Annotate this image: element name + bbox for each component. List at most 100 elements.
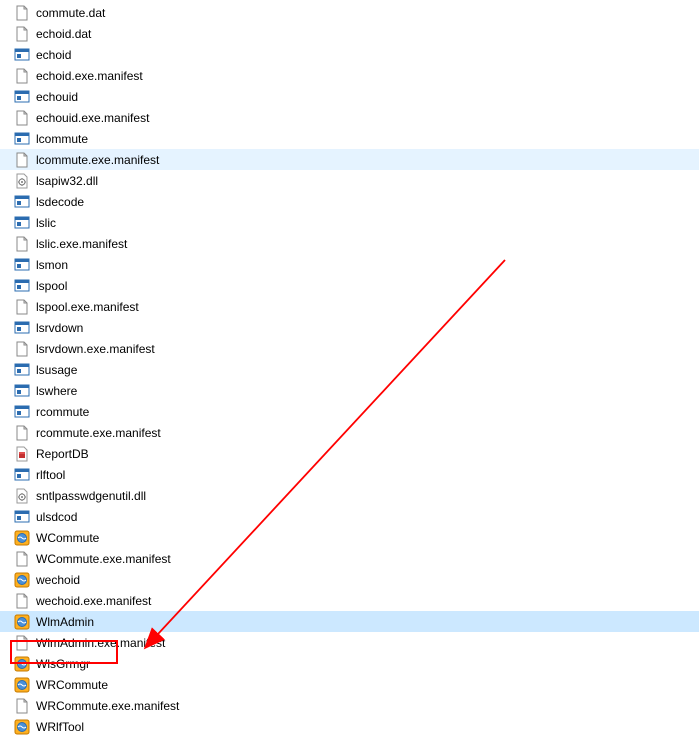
file-icon — [14, 26, 30, 42]
file-row[interactable]: rlftool — [0, 464, 699, 485]
file-icon — [14, 635, 30, 651]
file-row[interactable]: echoid.exe.manifest — [0, 65, 699, 86]
file-name-label: lspool.exe.manifest — [36, 300, 139, 314]
file-name-label: WlmAdmin.exe.manifest — [36, 636, 165, 650]
file-name-label: WRCommute — [36, 678, 108, 692]
file-row[interactable]: lsrvdown.exe.manifest — [0, 338, 699, 359]
db-icon — [14, 446, 30, 462]
file-list: commute.dat echoid.dat echoid echoid.exe.ma… — [0, 0, 699, 739]
file-name-label: lsdecode — [36, 195, 84, 209]
exe-icon — [14, 257, 30, 273]
file-name-label: WCommute — [36, 531, 99, 545]
app-icon — [14, 572, 30, 588]
app-icon — [14, 677, 30, 693]
file-name-label: sntlpasswdgenutil.dll — [36, 489, 146, 503]
exe-icon — [14, 194, 30, 210]
file-row[interactable]: lswhere — [0, 380, 699, 401]
file-name-label: rcommute — [36, 405, 89, 419]
file-name-label: WlmAdmin — [36, 615, 94, 629]
file-icon — [14, 110, 30, 126]
app-icon — [14, 719, 30, 735]
file-name-label: WRlfTool — [36, 720, 84, 734]
file-row[interactable]: WlmAdmin.exe.manifest — [0, 632, 699, 653]
file-name-label: WRCommute.exe.manifest — [36, 699, 179, 713]
file-name-label: echouid.exe.manifest — [36, 111, 149, 125]
file-name-label: lcommute — [36, 132, 88, 146]
file-row[interactable]: WCommute.exe.manifest — [0, 548, 699, 569]
file-name-label: lsrvdown — [36, 321, 83, 335]
file-row[interactable]: lsmon — [0, 254, 699, 275]
file-icon — [14, 5, 30, 21]
exe-icon — [14, 215, 30, 231]
file-row[interactable]: ulsdcod — [0, 506, 699, 527]
exe-icon — [14, 47, 30, 63]
file-name-label: lsmon — [36, 258, 68, 272]
file-name-label: echoid.dat — [36, 27, 91, 41]
file-row[interactable]: lsrvdown — [0, 317, 699, 338]
exe-icon — [14, 89, 30, 105]
exe-icon — [14, 278, 30, 294]
file-row[interactable]: WlmAdmin — [0, 611, 699, 632]
file-name-label: echoid — [36, 48, 71, 62]
file-row[interactable]: lsdecode — [0, 191, 699, 212]
exe-icon — [14, 383, 30, 399]
app-icon — [14, 530, 30, 546]
file-icon — [14, 425, 30, 441]
file-row[interactable]: echoid — [0, 44, 699, 65]
dll-icon — [14, 488, 30, 504]
file-row[interactable]: lspool.exe.manifest — [0, 296, 699, 317]
file-name-label: lslic.exe.manifest — [36, 237, 127, 251]
file-name-label: echoid.exe.manifest — [36, 69, 143, 83]
file-row[interactable]: WRlfTool — [0, 716, 699, 737]
file-row[interactable]: lsusage — [0, 359, 699, 380]
file-row[interactable]: lslic — [0, 212, 699, 233]
file-row[interactable]: rcommute — [0, 401, 699, 422]
file-row[interactable]: sntlpasswdgenutil.dll — [0, 485, 699, 506]
exe-icon — [14, 404, 30, 420]
file-name-label: lswhere — [36, 384, 77, 398]
file-name-label: commute.dat — [36, 6, 105, 20]
file-row[interactable]: WCommute — [0, 527, 699, 548]
file-row[interactable]: echouid — [0, 86, 699, 107]
file-row[interactable]: lspool — [0, 275, 699, 296]
exe-icon — [14, 467, 30, 483]
file-name-label: wechoid.exe.manifest — [36, 594, 151, 608]
file-row[interactable]: WRCommute.exe.manifest — [0, 695, 699, 716]
file-row[interactable]: WlsGrmgr — [0, 653, 699, 674]
dll-icon — [14, 173, 30, 189]
file-name-label: rlftool — [36, 468, 65, 482]
file-name-label: lslic — [36, 216, 56, 230]
file-name-label: ReportDB — [36, 447, 89, 461]
file-row[interactable]: ReportDB — [0, 443, 699, 464]
file-row[interactable]: lcommute.exe.manifest — [0, 149, 699, 170]
file-name-label: lsrvdown.exe.manifest — [36, 342, 155, 356]
file-row[interactable]: lcommute — [0, 128, 699, 149]
file-row[interactable]: lslic.exe.manifest — [0, 233, 699, 254]
file-name-label: lcommute.exe.manifest — [36, 153, 159, 167]
file-row[interactable]: wechoid.exe.manifest — [0, 590, 699, 611]
file-icon — [14, 299, 30, 315]
file-name-label: lspool — [36, 279, 67, 293]
exe-icon — [14, 131, 30, 147]
file-name-label: ulsdcod — [36, 510, 77, 524]
file-icon — [14, 551, 30, 567]
file-row[interactable]: commute.dat — [0, 2, 699, 23]
file-icon — [14, 593, 30, 609]
file-name-label: lsusage — [36, 363, 77, 377]
file-icon — [14, 68, 30, 84]
exe-icon — [14, 320, 30, 336]
file-row[interactable]: echouid.exe.manifest — [0, 107, 699, 128]
file-name-label: WCommute.exe.manifest — [36, 552, 171, 566]
file-name-label: lsapiw32.dll — [36, 174, 98, 188]
file-row[interactable]: rcommute.exe.manifest — [0, 422, 699, 443]
app-icon — [14, 614, 30, 630]
file-icon — [14, 341, 30, 357]
file-icon — [14, 236, 30, 252]
app-icon — [14, 656, 30, 672]
exe-icon — [14, 362, 30, 378]
file-name-label: rcommute.exe.manifest — [36, 426, 161, 440]
file-row[interactable]: WRCommute — [0, 674, 699, 695]
file-row[interactable]: echoid.dat — [0, 23, 699, 44]
file-row[interactable]: lsapiw32.dll — [0, 170, 699, 191]
file-row[interactable]: wechoid — [0, 569, 699, 590]
